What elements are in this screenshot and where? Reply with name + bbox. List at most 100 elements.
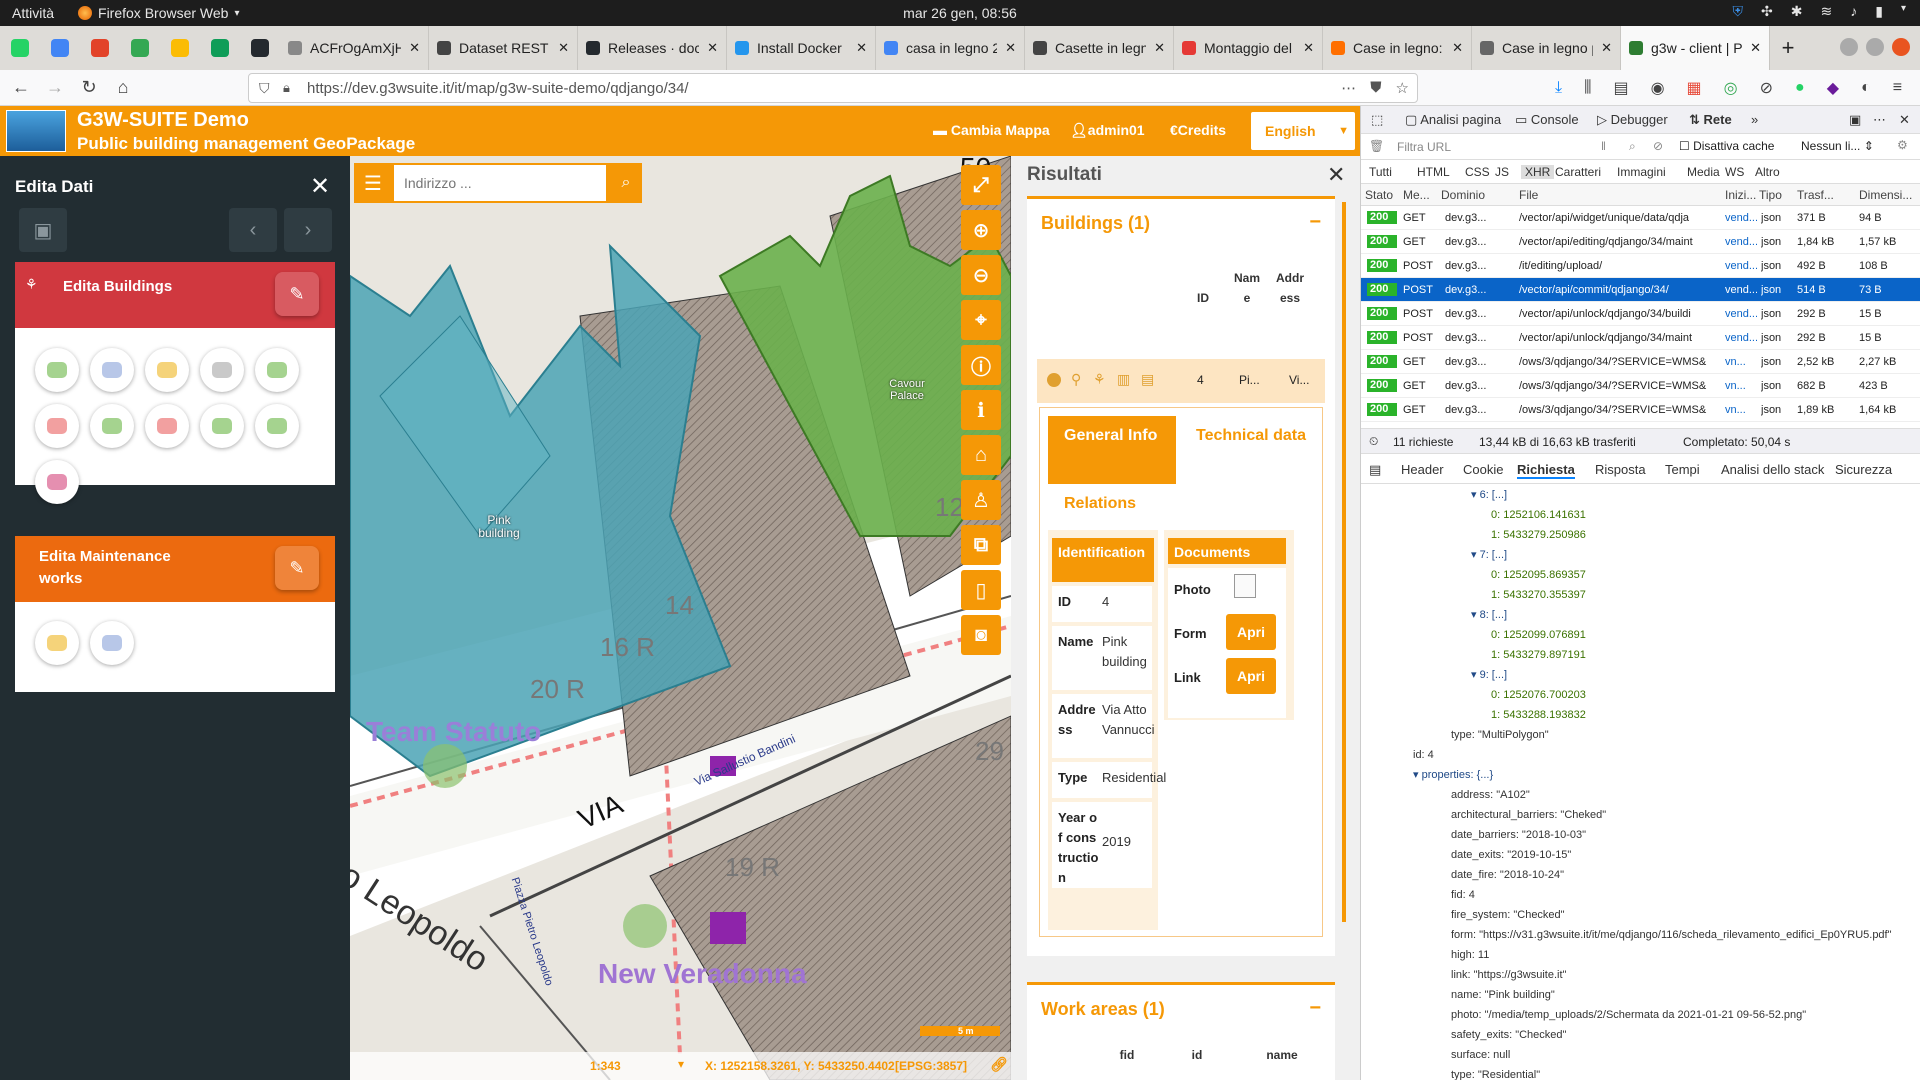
app-logo[interactable] xyxy=(6,110,66,152)
filter-type-media[interactable]: Media xyxy=(1687,165,1720,179)
address-search-input[interactable] xyxy=(394,165,606,201)
tab-debugger[interactable]: ▷ Debugger xyxy=(1597,112,1668,128)
extension-icon[interactable]: ◐ xyxy=(1861,79,1871,97)
tab-network[interactable]: ⇅ Rete xyxy=(1689,112,1732,128)
undo-button[interactable]: ‹ xyxy=(229,208,277,252)
more-icon[interactable]: ⋯ xyxy=(1341,79,1356,97)
search-icon[interactable]: ⌕ xyxy=(610,163,642,203)
request-row[interactable]: 200 GET dev.g3... /ows/3/qdjango/34/?SERVIC… xyxy=(1361,350,1920,374)
filter-url-input[interactable]: Filtra URL xyxy=(1397,140,1451,154)
pinned-tab[interactable] xyxy=(240,26,280,70)
pinned-tab[interactable] xyxy=(160,26,200,70)
language-select[interactable]: English ▼ xyxy=(1251,112,1355,150)
request-row[interactable]: 200 POST dev.g3... /it/editing/upload/vend.… xyxy=(1361,254,1920,278)
detail-tab-6[interactable]: Sicurezza xyxy=(1835,462,1892,477)
detail-tab-1[interactable]: Cookie xyxy=(1463,462,1503,477)
close-icon[interactable]: ✕ xyxy=(1327,162,1345,188)
menu-icon[interactable]: ☰ xyxy=(354,163,392,203)
camera-icon[interactable]: ◙ xyxy=(961,615,1001,655)
close-icon[interactable]: ✕ xyxy=(1601,40,1612,56)
close-icon[interactable]: ✕ xyxy=(1750,40,1761,56)
json-line[interactable]: ▾ 7: [...] xyxy=(1471,548,1507,562)
filter-type-caratteri[interactable]: Caratteri xyxy=(1555,165,1601,179)
request-row[interactable]: 200 GET dev.g3... /vector/api/editing/qdjan… xyxy=(1361,230,1920,254)
open-form-button[interactable]: Apri xyxy=(1226,614,1276,650)
tab-technical-data[interactable]: Technical data xyxy=(1196,424,1306,448)
star-icon[interactable]: ☆ xyxy=(1396,79,1409,97)
fullscreen-icon[interactable]: ⤢ xyxy=(961,165,1001,205)
filter-type-js[interactable]: JS xyxy=(1495,165,1509,179)
json-line[interactable]: ▾ 8: [...] xyxy=(1471,608,1507,622)
tab-inspector[interactable]: ▢ Analisi pagina xyxy=(1405,112,1501,128)
scrollbar[interactable] xyxy=(1342,202,1346,922)
save-button[interactable]: ▣ xyxy=(19,208,67,252)
json-line[interactable]: ▾ 6: [...] xyxy=(1471,488,1507,502)
new-tab-button[interactable]: + xyxy=(1770,35,1806,61)
query-polygon-icon[interactable]: ⌂ xyxy=(961,435,1001,475)
detail-tab-2[interactable]: Richiesta xyxy=(1517,462,1575,479)
more-icon[interactable]: ⋯ xyxy=(1873,112,1886,128)
panel-toggle-icon[interactable]: ▤ xyxy=(1369,462,1381,478)
zoom-in-icon[interactable]: ⊕ xyxy=(961,210,1001,250)
redo-button[interactable]: › xyxy=(284,208,332,252)
tool-button[interactable] xyxy=(90,621,134,665)
detail-tab-4[interactable]: Tempi xyxy=(1665,462,1700,477)
column-header[interactable]: Me... xyxy=(1403,188,1430,202)
chart-icon[interactable]: ▥ xyxy=(1117,371,1130,388)
browser-tab[interactable]: ACFrOgAmXjHqLF ✕ xyxy=(280,26,429,70)
detail-tab-5[interactable]: Analisi dello stack xyxy=(1721,462,1824,477)
tab-console[interactable]: ▭ Console xyxy=(1515,112,1579,128)
edit-buildings-header[interactable]: ⚘ Edita Buildings ✎ xyxy=(15,262,335,328)
dock-icon[interactable]: ▣ xyxy=(1849,112,1861,128)
browser-tab[interactable]: Dataset REST A ✕ xyxy=(429,26,578,70)
close-icon[interactable]: ✕ xyxy=(558,40,569,56)
search-icon[interactable]: ⌕ xyxy=(1629,139,1636,154)
edit-maintenance-header[interactable]: Edita Maintenance works ✎ xyxy=(15,536,335,602)
activities-button[interactable]: Attività xyxy=(12,5,54,21)
tool-button[interactable] xyxy=(200,404,244,448)
tool-button[interactable] xyxy=(35,348,79,392)
download-icon[interactable]: ⤓ xyxy=(1555,79,1562,97)
browser-tab[interactable]: Case in legno: ✕ xyxy=(1323,26,1472,70)
chevron-down-icon[interactable]: ▾ xyxy=(678,1057,684,1071)
shield-icon[interactable]: ⛨ xyxy=(1733,3,1744,20)
throttle-select[interactable]: Nessun li... ⇕ xyxy=(1801,139,1874,153)
close-icon[interactable]: ✕ xyxy=(409,40,420,56)
account-icon[interactable]: ◉ xyxy=(1651,78,1665,98)
home-icon[interactable]: ⌂ xyxy=(106,71,140,105)
column-header[interactable]: Inizi... xyxy=(1725,188,1756,202)
more-tabs-icon[interactable]: » xyxy=(1751,112,1758,127)
browser-tab[interactable]: Install Docker ✕ xyxy=(727,26,876,70)
browser-tab[interactable]: Case in legno pref ✕ xyxy=(1472,26,1621,70)
chevron-down-icon[interactable]: ▾ xyxy=(1901,3,1906,20)
filter-type-css[interactable]: CSS xyxy=(1465,165,1490,179)
library-icon[interactable]: ⫼ xyxy=(1584,79,1591,97)
tool-button[interactable] xyxy=(90,348,134,392)
request-row[interactable]: 200 POST dev.g3... /vector/api/commit/qdjan… xyxy=(1361,278,1920,302)
measure-icon[interactable]: ▯ xyxy=(961,570,1001,610)
url-bar[interactable]: ⛉ 🔒︎ https://dev.g3wsuite.it/it/map/g3w-… xyxy=(248,73,1418,103)
browser-tab[interactable]: Casette in legn ✕ xyxy=(1025,26,1174,70)
pinned-tab[interactable] xyxy=(0,26,40,70)
query-box-icon[interactable]: ℹ xyxy=(961,390,1001,430)
filter-type-immagini[interactable]: Immagini xyxy=(1617,165,1666,179)
tab-relations[interactable]: Relations xyxy=(1064,492,1136,516)
extension-icon[interactable]: ◆ xyxy=(1827,78,1839,98)
layer-header[interactable]: Work areas (1) xyxy=(1041,999,1165,1020)
maximize-icon[interactable] xyxy=(1866,38,1884,56)
open-link-button[interactable]: Apri xyxy=(1226,658,1276,694)
forward-icon[interactable]: → xyxy=(38,71,72,105)
collapse-icon[interactable]: − xyxy=(1309,997,1321,1020)
column-header[interactable]: Stato xyxy=(1365,188,1393,202)
tool-button[interactable] xyxy=(255,404,299,448)
pinned-tab[interactable] xyxy=(40,26,80,70)
trash-icon[interactable]: 🗑︎ xyxy=(1369,139,1384,153)
json-line[interactable]: ▾ properties: {...} xyxy=(1413,768,1493,782)
tool-button[interactable] xyxy=(145,404,189,448)
request-row[interactable]: 200 GET dev.g3... /ows/3/qdjango/34/?SERVIC… xyxy=(1361,398,1920,422)
close-icon[interactable] xyxy=(1892,38,1910,56)
filter-type-html[interactable]: HTML xyxy=(1417,165,1450,179)
map-canvas[interactable]: Pink building Cavour Palace Team Statuto… xyxy=(350,156,1011,1080)
tool-button[interactable] xyxy=(145,348,189,392)
disable-cache-checkbox[interactable]: ☐ Disattiva cache xyxy=(1679,139,1774,153)
